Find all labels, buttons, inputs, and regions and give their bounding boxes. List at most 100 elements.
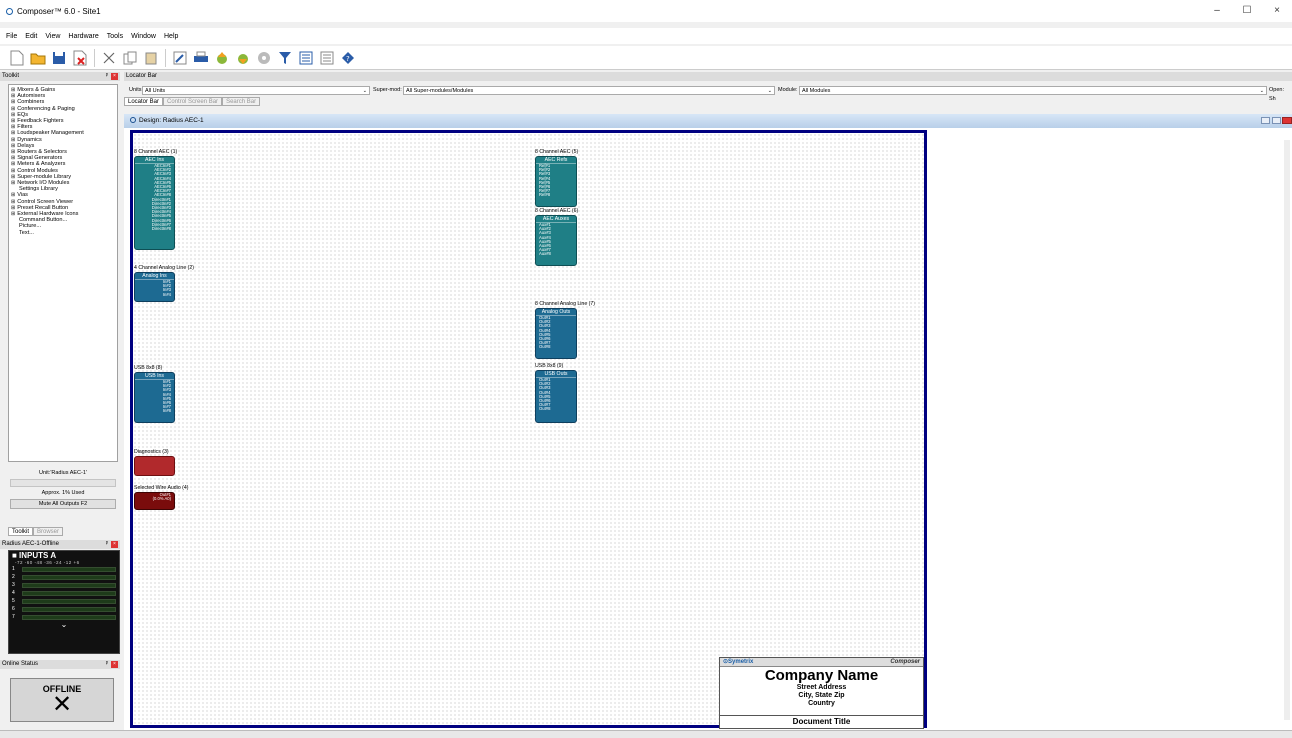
menu-file[interactable]: File [6,33,17,40]
offline-x-icon: ✕ [51,691,73,718]
composer-label: Composer [890,659,920,665]
tab-locator-bar[interactable]: Locator Bar [124,97,164,106]
module-pin[interactable]: Out#8 [536,345,576,349]
filter-icon[interactable] [276,49,294,67]
menu-edit[interactable]: Edit [25,33,37,40]
design-module[interactable]: AEC Auxes Aux#1 Aux#2 Aux#3 Aux#4 Aux#5 Aux#6 A… [535,215,577,266]
close-design-button[interactable] [1282,117,1292,124]
send-up-icon[interactable] [213,49,231,67]
send-down-icon[interactable] [234,49,252,67]
supermod-select[interactable]: All Super-modules/Modules ⌄ [403,86,775,95]
chevron-down-icon: ⌄ [1259,88,1264,94]
module-label: USB 8x8 (9) [535,363,564,369]
meter-channel-number: 7 [12,614,15,620]
disc-icon[interactable] [255,49,273,67]
window-title: Composer™ 6.0 - Site1 [17,6,101,16]
module-pin[interactable]: (0.0% A0) [135,496,174,501]
design-module[interactable]: USB Ins In#1 In#2 In#3 In#4 In#5 In#6 In#7 In#8 [134,372,175,423]
edit-icon[interactable] [171,49,189,67]
module-pin[interactable]: In#8 [135,409,174,413]
input-meters: ■ INPUTS A -72 -60 -48 -36 -24 -12 +6 12… [8,550,120,654]
toolkit-tabs: Toolkit Browser [8,527,64,536]
menu-window[interactable]: Window [131,33,156,40]
design-module[interactable]: Out#1 (0.0% A0) [134,492,175,510]
maximize-design-button[interactable] [1272,117,1281,124]
close-pane-icon[interactable]: × [111,73,118,80]
list-icon[interactable] [318,49,336,67]
meter-channel: 1 [9,565,119,573]
close-file-icon[interactable] [71,49,89,67]
help-icon[interactable]: ? [339,49,357,67]
street-address: Street Address [796,684,847,691]
symetrix-logo: ⊙Symetrix [723,659,754,665]
open-label[interactable]: Open: Sh [1269,86,1292,104]
toolkit-tree: Mixers & GainsAutomixersCombinersConfere… [8,84,118,462]
design-module[interactable]: USB Outs Out#1 Out#2 Out#3 Out#4 Out#5 Out#6 Ou… [535,370,577,423]
city-state-zip: City, State Zip [798,692,845,699]
module-pin[interactable]: Ref#8 [536,193,576,197]
menu-hardware[interactable]: Hardware [68,33,98,40]
chevron-down-icon: ⌄ [767,88,772,94]
meter-channel: 2 [9,573,119,581]
close-pane-icon[interactable]: × [111,661,118,668]
minimize-design-button[interactable] [1261,117,1270,124]
document-title: Document Title [720,715,923,726]
online-status-indicator[interactable]: OFFLINE ✕ [10,678,114,722]
tab-toolkit[interactable]: Toolkit [8,527,34,536]
country: Country [808,700,835,707]
menu-help[interactable]: Help [164,33,178,40]
module-label: Diagnostics (3) [134,449,169,455]
design-canvas[interactable] [130,130,927,728]
module-pin[interactable]: Aux#8 [536,252,576,256]
meter-channel: 5 [9,597,119,605]
svg-text:?: ? [346,55,350,63]
meter-bar [22,614,116,620]
module-pin[interactable]: In#4 [135,292,174,297]
close-button[interactable]: × [1262,0,1292,22]
tab-control-screen-bar[interactable]: Control Screen Bar [163,97,223,106]
new-file-icon[interactable] [8,49,26,67]
status-bar [0,730,1292,738]
toolkit-item[interactable]: Text... [11,230,115,236]
chevron-down-icon[interactable]: ⌄ [9,621,119,629]
module-label: 8 Channel Analog Line (7) [535,301,595,307]
open-folder-icon[interactable] [29,49,47,67]
toolkit-header: Toolkit ᵖ × [0,72,120,81]
pin-icon[interactable]: ᵖ [106,72,108,81]
print-icon[interactable] [192,49,210,67]
maximize-button[interactable]: ☐ [1232,0,1262,22]
meter-bar [22,598,116,604]
app-icon [6,7,13,15]
online-status-header: Online Status ᵖ × [0,660,120,669]
pin-icon[interactable]: ᵖ [106,660,108,669]
meter-channel-number: 5 [12,598,15,604]
design-module[interactable]: AEC Refs Ref#1 Ref#2 Ref#3 Ref#4 Ref#5 Ref#6 Re… [535,156,577,207]
control-screen-icon[interactable] [297,49,315,67]
vertical-scrollbar[interactable] [1284,140,1290,720]
meter-channel-number: 3 [12,582,15,588]
copy-icon[interactable] [121,49,139,67]
module-pin[interactable]: Out#8 [536,407,576,411]
pin-icon[interactable]: ᵖ [106,540,108,549]
design-module[interactable] [134,456,175,476]
module-label: Module: [778,87,798,93]
cut-icon[interactable] [100,49,118,67]
paste-icon[interactable] [142,49,160,67]
design-module[interactable]: AEC Ins AECIn#1 AECIn#2 AECIn#3 AECIn#4 AECIn… [134,156,175,250]
module-pin[interactable]: DirectIn#8 [135,226,174,231]
design-module[interactable]: Analog Ins In#1 In#2 In#3 In#4 [134,272,175,302]
menu-tools[interactable]: Tools [107,33,123,40]
menu-view[interactable]: View [45,33,60,40]
tab-search-bar[interactable]: Search Bar [222,97,261,106]
save-icon[interactable] [50,49,68,67]
module-select[interactable]: All Modules ⌄ [799,86,1267,95]
mute-all-outputs-button[interactable]: Mute All Outputs F2 [10,499,116,509]
design-module[interactable]: Analog Outs Out#1 Out#2 Out#3 Out#4 Out#5 Out#… [535,308,577,359]
title-block[interactable]: ⊙Symetrix Composer Company Name Street Ad… [719,657,924,729]
meter-channel-number: 4 [12,590,15,596]
design-icon [130,117,136,124]
units-select[interactable]: All Units ⌄ [142,86,370,95]
minimize-button[interactable]: – [1202,0,1232,22]
close-pane-icon[interactable]: × [111,541,118,548]
tab-browser[interactable]: Browser [33,527,64,536]
